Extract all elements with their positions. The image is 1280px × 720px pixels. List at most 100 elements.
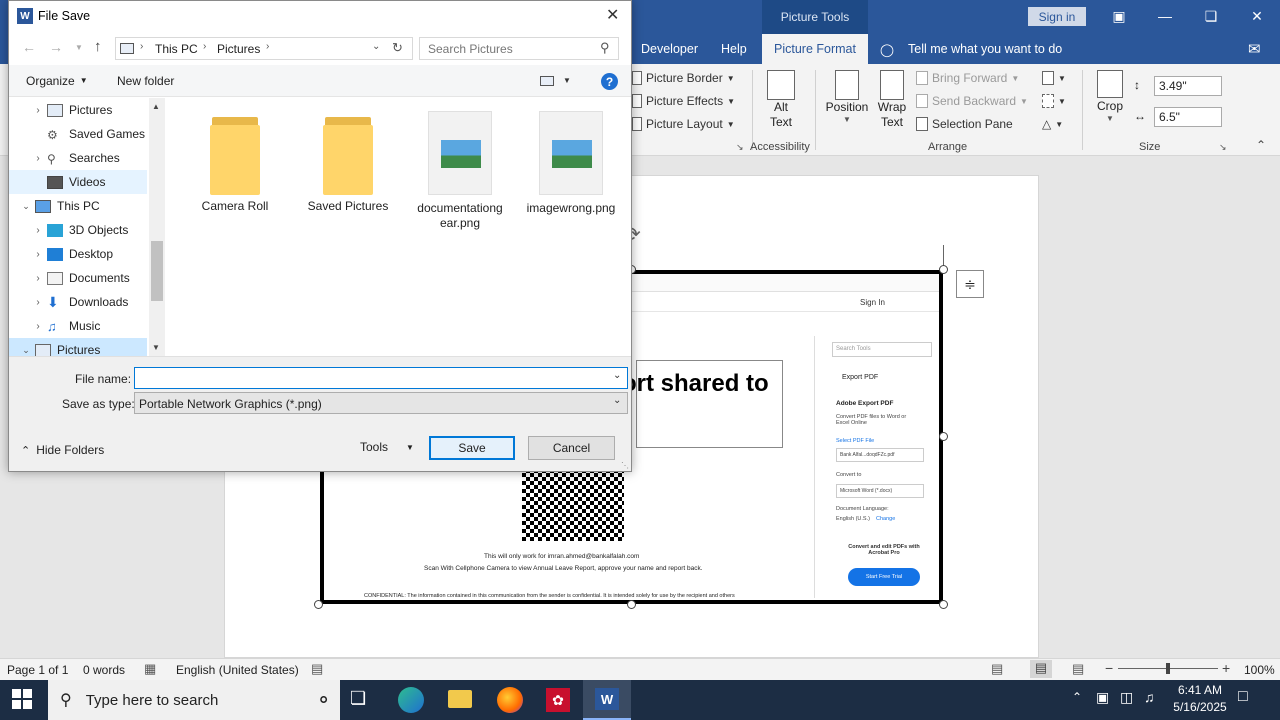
resize-handle[interactable] [627, 600, 636, 609]
file-explorer-icon[interactable] [448, 690, 472, 708]
send-backward-button[interactable]: Send Backward ▼ [916, 94, 1028, 108]
size-dialog-launcher-icon[interactable]: ↘ [1219, 142, 1227, 153]
up-icon[interactable]: ↑ [94, 38, 102, 55]
tree-item-videos[interactable]: Videos [9, 170, 147, 194]
resize-handle[interactable] [314, 600, 323, 609]
notifications-icon[interactable]: □ [1238, 688, 1248, 706]
wrap-text-button[interactable]: Wrap Text [874, 70, 910, 130]
tree-item-searches[interactable]: › ⚲ Searches [9, 146, 149, 170]
tree-item-downloads[interactable]: › ⬇ Downloads [9, 290, 149, 314]
hide-folders-button[interactable]: ⌃ Hide Folders [21, 443, 104, 457]
alt-text-button[interactable]: Alt Text [764, 70, 798, 130]
print-layout-icon[interactable]: ▤ [1030, 660, 1052, 678]
back-icon[interactable]: ← [22, 39, 36, 55]
dialog-launcher-icon[interactable]: ↘ [736, 142, 744, 153]
proofing-icon[interactable]: ▦ [144, 661, 156, 677]
scroll-up-icon[interactable]: ▲ [152, 102, 160, 111]
scroll-down-icon[interactable]: ▼ [152, 343, 160, 352]
address-bar[interactable]: › This PC › Pictures › ⌄ ↻ [115, 37, 413, 60]
search-box[interactable]: Search Pictures ⚲ [419, 37, 619, 60]
page-count[interactable]: Page 1 of 1 [7, 663, 68, 677]
height-input[interactable]: 3.49" [1154, 76, 1222, 96]
breadcrumb-this-pc[interactable]: This PC [155, 42, 198, 56]
layout-options-icon[interactable]: ≑ [956, 270, 984, 298]
new-folder-button[interactable]: New folder [117, 74, 174, 88]
restore-icon[interactable]: ❏ [1188, 0, 1234, 32]
file-item-camera-roll[interactable]: Camera Roll [180, 111, 290, 213]
read-mode-icon[interactable]: ▤ [991, 661, 1003, 677]
ribbon-display-icon[interactable]: ▣ [1096, 0, 1142, 32]
file-item-saved-pictures[interactable]: Saved Pictures [293, 111, 403, 213]
tree-item-music[interactable]: › ♫ Music [9, 314, 149, 338]
tab-picture-format[interactable]: Picture Format [762, 34, 868, 64]
tab-developer[interactable]: Developer [641, 34, 698, 64]
tab-help[interactable]: Help [721, 34, 747, 64]
web-layout-icon[interactable]: ▤ [1072, 661, 1084, 677]
tree-item-documents[interactable]: › Documents [9, 266, 149, 290]
dialog-close-icon[interactable]: ✕ [606, 5, 619, 25]
clock-time[interactable]: 6:41 AM [1170, 683, 1230, 697]
picture-border-button[interactable]: Picture Border ▼ [632, 71, 735, 85]
network-icon[interactable]: ◫ [1120, 689, 1133, 706]
tree-scrollbar[interactable] [149, 98, 165, 356]
comments-icon[interactable]: ✉ [1248, 34, 1261, 64]
firefox-icon[interactable] [497, 687, 523, 713]
forward-icon[interactable]: → [49, 39, 63, 55]
tray-chevron-icon[interactable]: ⌃ [1072, 690, 1082, 704]
selection-pane-button[interactable]: Selection Pane [916, 117, 1013, 131]
help-icon[interactable]: ? [601, 73, 618, 90]
recent-locations-icon[interactable]: ▼ [75, 43, 83, 52]
resize-grip-icon[interactable]: ⋱ [621, 461, 629, 470]
file-name-input[interactable]: ⌄ [134, 367, 628, 389]
tell-me-search[interactable]: Tell me what you want to do [908, 34, 1062, 64]
tools-button[interactable]: Tools ▼ [360, 440, 414, 454]
tree-item-pictures[interactable]: › Pictures [9, 98, 149, 122]
view-dropdown-icon[interactable]: ▼ [563, 76, 571, 85]
word-sign-in-button[interactable]: Sign in [1028, 7, 1086, 26]
zoom-out-icon[interactable]: − [1105, 660, 1113, 676]
position-button[interactable]: Position ▼ [824, 70, 870, 124]
resize-handle[interactable] [939, 600, 948, 609]
tray-device-icon[interactable]: ▣ [1096, 689, 1109, 706]
crop-button[interactable]: Crop ▼ [1092, 70, 1128, 123]
taskbar-search[interactable]: ⚲ Type here to search ⚬ [48, 680, 340, 720]
minimize-icon[interactable]: — [1142, 0, 1188, 32]
save-as-dropdown-icon[interactable]: ⌄ [613, 395, 621, 406]
resize-handle[interactable] [939, 432, 948, 441]
language-status[interactable]: English (United States) [176, 663, 299, 677]
group-button[interactable]: ▼ [1042, 94, 1066, 108]
organize-button[interactable]: Organize ▼ [26, 74, 88, 88]
clock-date[interactable]: 5/16/2025 [1166, 700, 1234, 714]
word-count[interactable]: 0 words [83, 663, 125, 677]
save-button[interactable]: Save [429, 436, 515, 460]
picture-effects-button[interactable]: Picture Effects ▼ [632, 94, 735, 108]
close-icon[interactable]: ✕ [1234, 0, 1280, 32]
save-as-type-select[interactable]: Portable Network Graphics (*.png) ⌄ [134, 392, 628, 414]
edge-icon[interactable] [398, 687, 424, 713]
file-name-dropdown-icon[interactable]: ⌄ [613, 370, 621, 381]
acrobat-icon[interactable]: ✿ [546, 688, 570, 712]
file-item-imagewrong[interactable]: imagewrong.png [516, 111, 626, 215]
file-item-documentationgear[interactable]: documentationgear.png [405, 111, 515, 231]
tree-item-saved-games[interactable]: ⚙ Saved Games [9, 122, 149, 146]
tree-scrollbar-thumb[interactable] [151, 241, 163, 301]
align-button[interactable]: ▼ [1042, 71, 1066, 85]
tree-item-pictures-selected[interactable]: ⌄ Pictures [9, 338, 147, 356]
start-icon[interactable] [12, 689, 32, 709]
tree-item-3d-objects[interactable]: › 3D Objects [9, 218, 149, 242]
tree-item-desktop[interactable]: › Desktop [9, 242, 149, 266]
rotate-button[interactable]: △ ▼ [1042, 117, 1063, 131]
resize-handle[interactable] [939, 265, 948, 274]
view-icon[interactable] [540, 76, 554, 86]
width-input[interactable]: 6.5" [1154, 107, 1222, 127]
refresh-icon[interactable]: ↻ [392, 40, 403, 56]
picture-layout-button[interactable]: Picture Layout ▼ [632, 117, 735, 131]
bring-forward-button[interactable]: Bring Forward ▼ [916, 71, 1019, 85]
volume-icon[interactable]: ♫ [1144, 689, 1155, 705]
address-dropdown-icon[interactable]: ⌄ [372, 41, 380, 52]
tree-item-this-pc[interactable]: ⌄ This PC [9, 194, 149, 218]
zoom-in-icon[interactable]: + [1222, 660, 1230, 676]
zoom-level[interactable]: 100% [1244, 663, 1275, 677]
cancel-button[interactable]: Cancel [528, 436, 615, 460]
zoom-slider-thumb[interactable] [1166, 663, 1170, 674]
